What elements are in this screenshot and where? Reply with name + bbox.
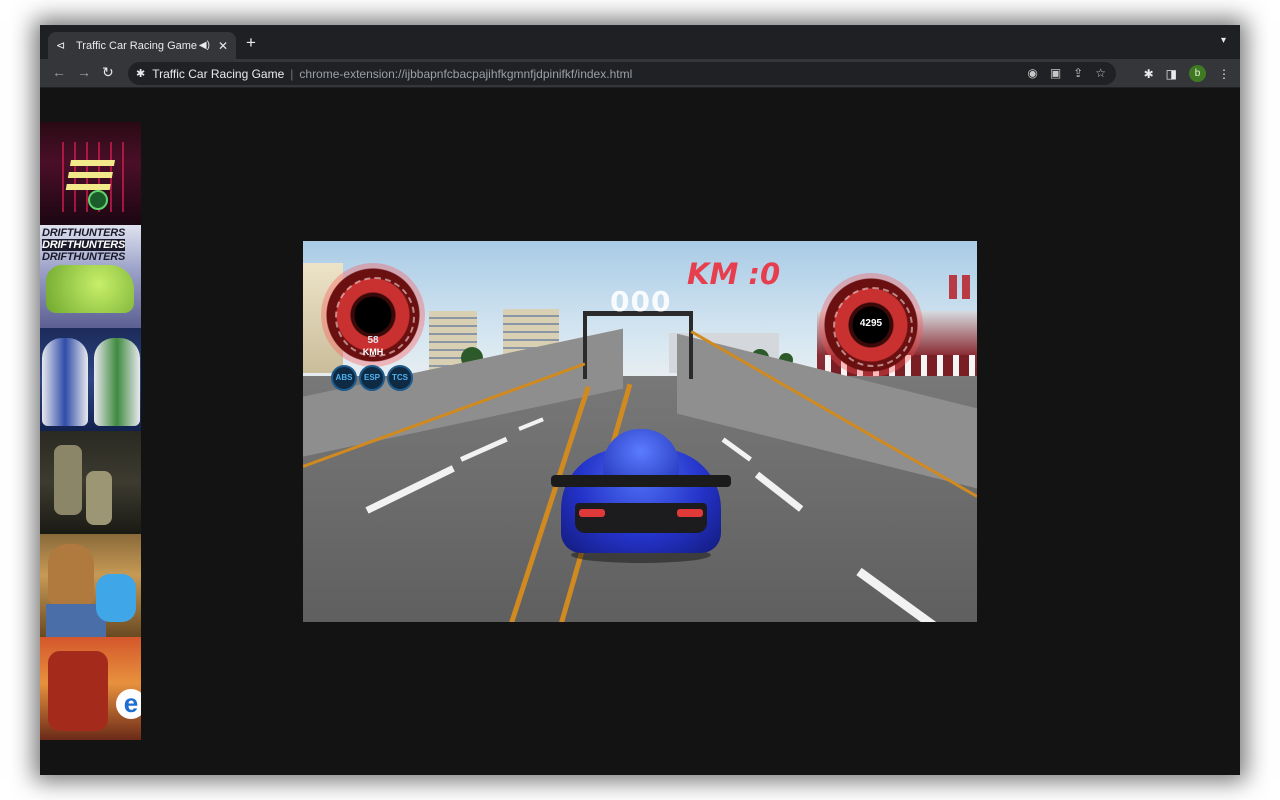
browser-window: ⊲ Traffic Car Racing Game ◀) ✕ + ▾ ← → ↻… <box>40 25 1240 775</box>
omnibox-actions: ◉ ▣ ⇪ ☆ <box>1027 66 1106 80</box>
game-thumbnail-sidebar: DRIFTHUNTERS DRIFTHUNTERS DRIFTHUNTERS e <box>40 122 141 740</box>
ball-graphic <box>88 190 108 210</box>
thumbnail-drift-hunters[interactable]: DRIFTHUNTERS DRIFTHUNTERS DRIFTHUNTERS <box>40 225 141 328</box>
toolbar-actions: ✱ ◨ b ⋮ <box>1144 65 1230 82</box>
back-arrow-icon[interactable]: ← <box>52 64 66 80</box>
profile-avatar[interactable]: b <box>1189 65 1206 82</box>
side-panel-icon[interactable]: ◨ <box>1166 67 1177 81</box>
green-robot-graphic <box>94 338 140 426</box>
cast-blocked-icon[interactable]: ◉ <box>1027 66 1037 80</box>
gear-display: 000 <box>610 285 672 318</box>
thumbnail-robot-fighters[interactable] <box>40 328 141 431</box>
url-text[interactable]: chrome-extension://ijbbapnfcbacpajihfkgm… <box>299 67 632 81</box>
thumbnail-horse-character-game[interactable] <box>40 534 141 637</box>
speed-unit: KMH <box>362 347 384 357</box>
e-logo: e <box>116 689 141 719</box>
puzzle-piece-icon[interactable]: ✱ <box>136 67 145 80</box>
share-icon[interactable]: ⇪ <box>1073 66 1083 80</box>
omnibox-separator: | <box>290 66 294 81</box>
page-title-chip: Traffic Car Racing Game <box>152 66 285 81</box>
red-robot-graphic <box>48 651 108 731</box>
extensions-puzzle-icon[interactable]: ✱ <box>1144 67 1154 81</box>
close-tab-icon[interactable]: ✕ <box>218 39 228 53</box>
speed-value: 58 <box>367 335 379 346</box>
tcs-button[interactable]: TCS <box>387 365 413 391</box>
tab-title: Traffic Car Racing Game <box>76 39 198 52</box>
page-content: DRIFTHUNTERS DRIFTHUNTERS DRIFTHUNTERS e… <box>40 88 1240 775</box>
abs-button[interactable]: ABS <box>331 365 357 391</box>
address-bar[interactable]: ✱ Traffic Car Racing Game | chrome-exten… <box>128 62 1116 85</box>
traffic-gantry-pole <box>689 311 693 379</box>
new-tab-button[interactable]: + <box>246 34 256 51</box>
translate-icon[interactable]: ▣ <box>1050 66 1061 80</box>
rpm-value: 4295 <box>859 318 883 329</box>
more-menu-icon[interactable]: ⋮ <box>1218 67 1230 81</box>
tab-strip: ⊲ Traffic Car Racing Game ◀) ✕ + ▾ <box>40 25 1240 59</box>
right-taillight <box>677 509 703 517</box>
green-car-graphic <box>46 265 134 313</box>
audio-playing-icon[interactable]: ◀) <box>199 40 210 51</box>
tab-traffic-car-racing[interactable]: ⊲ Traffic Car Racing Game ◀) ✕ <box>48 32 236 59</box>
thumbnail-neon-road-game[interactable] <box>40 122 141 225</box>
traffic-gantry-pole <box>583 311 587 379</box>
car-rear-wing <box>551 475 731 487</box>
reload-icon[interactable]: ↻ <box>102 64 114 81</box>
pause-bar-icon <box>949 275 957 299</box>
thumbnail-robot-shooter-game[interactable]: e <box>40 637 141 740</box>
distance-km-label: KM :0 <box>687 257 781 291</box>
tab-search-chevron-icon[interactable]: ▾ <box>1221 35 1226 46</box>
drift-hunters-logo-text: DRIFTHUNTERS <box>42 239 126 251</box>
soldier-graphic <box>54 445 82 515</box>
forward-arrow-icon[interactable]: → <box>77 64 91 80</box>
thumbnail-soldiers-game[interactable] <box>40 431 141 534</box>
player-car-blue <box>551 429 731 563</box>
soldier-graphic <box>86 471 112 525</box>
bookmark-star-icon[interactable]: ☆ <box>1095 66 1106 80</box>
horse-head-graphic <box>48 544 94 606</box>
game-canvas[interactable]: 58 KMH ABS ESP TCS 000 KM :0 4295 <box>303 241 977 622</box>
pause-button[interactable] <box>949 275 971 299</box>
pause-bar-icon <box>962 275 970 299</box>
drift-hunters-logo-text: DRIFTHUNTERS <box>42 227 126 239</box>
blue-hand-graphic <box>96 574 136 622</box>
car-rear-bumper <box>575 503 707 533</box>
extension-favicon-icon: ⊲ <box>56 40 66 52</box>
blue-robot-graphic <box>42 338 88 426</box>
drift-hunters-logo-text: DRIFTHUNTERS <box>42 251 126 263</box>
browser-toolbar: ← → ↻ ✱ Traffic Car Racing Game | chrome… <box>40 59 1240 88</box>
esp-button[interactable]: ESP <box>359 365 385 391</box>
left-taillight <box>579 509 605 517</box>
